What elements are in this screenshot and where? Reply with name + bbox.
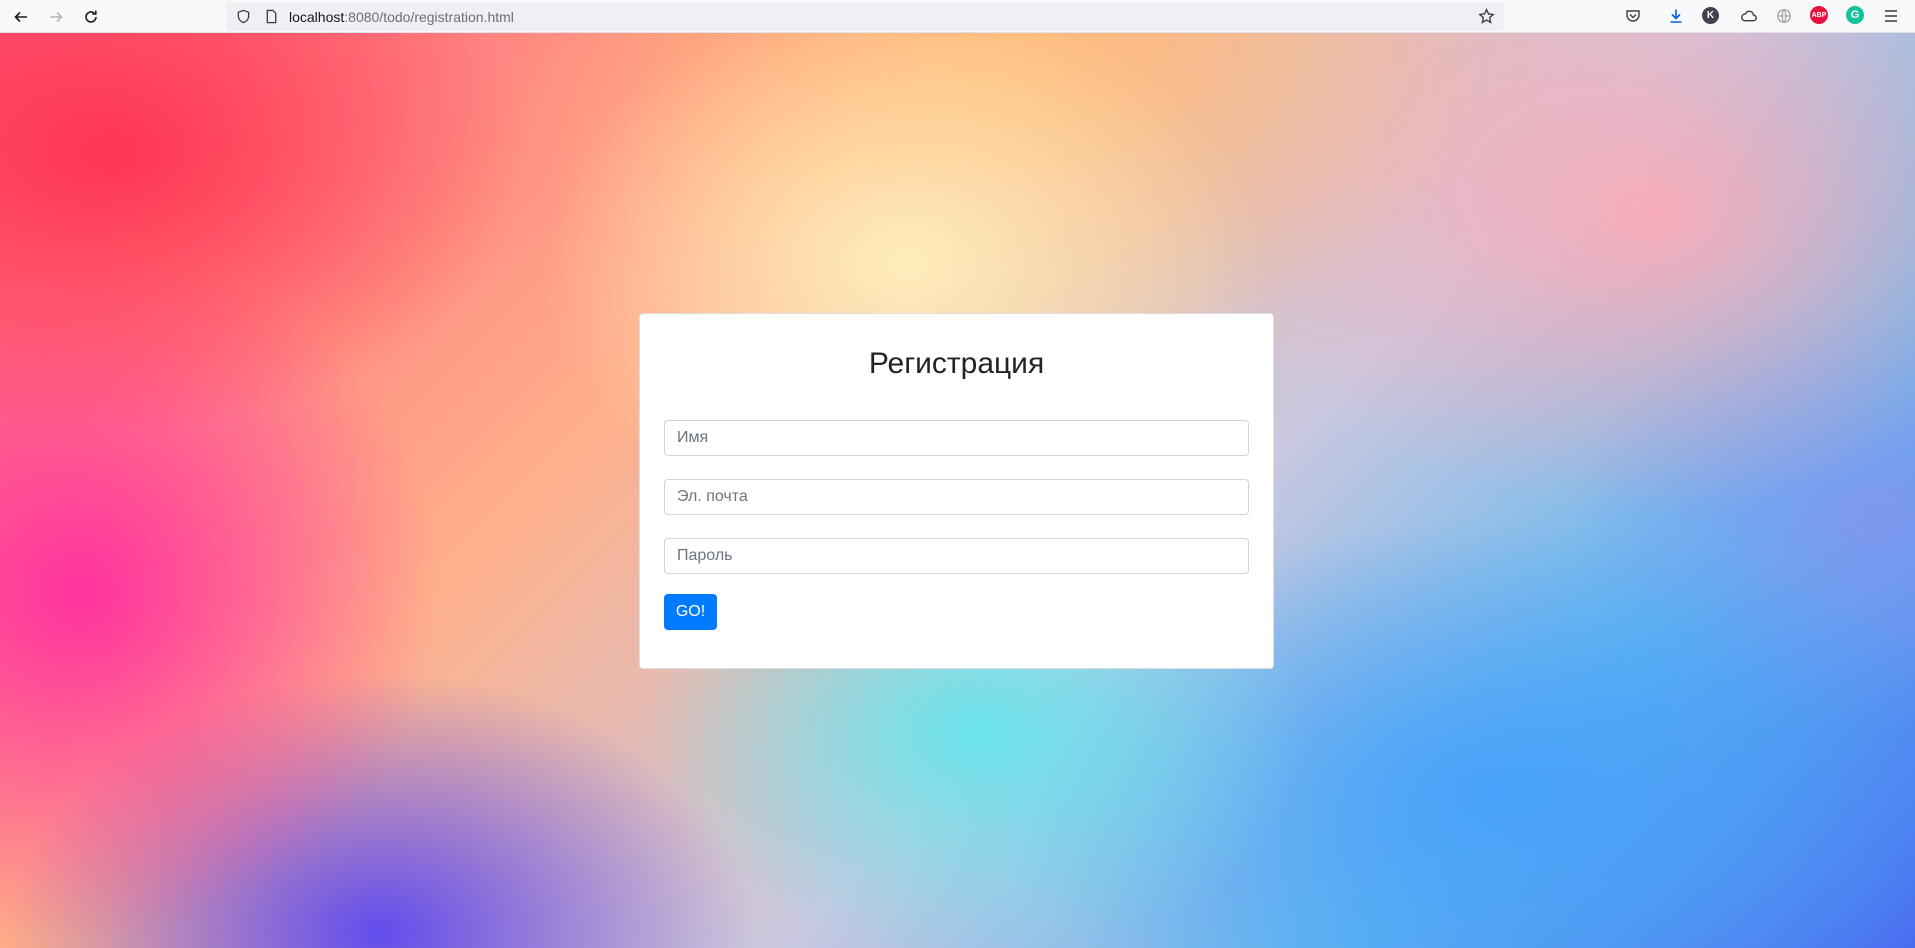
- hamburger-menu-icon[interactable]: [1881, 6, 1901, 26]
- k-extension-icon[interactable]: K: [1702, 7, 1719, 24]
- adblock-plus-icon[interactable]: ABP: [1810, 6, 1828, 24]
- email-input[interactable]: [664, 479, 1249, 515]
- back-arrow-icon[interactable]: [8, 4, 34, 30]
- page-title: Регистрация: [868, 347, 1045, 380]
- tracking-protection-shield-icon[interactable]: [234, 7, 252, 25]
- k-extension-label: K: [1706, 10, 1715, 21]
- submit-button[interactable]: GO!: [664, 594, 717, 630]
- name-input[interactable]: [664, 420, 1249, 456]
- url-host: localhost: [289, 9, 345, 25]
- password-input[interactable]: [664, 538, 1249, 574]
- grammarly-icon[interactable]: G: [1846, 6, 1864, 24]
- page-info-icon[interactable]: [262, 7, 280, 25]
- download-icon[interactable]: [1666, 6, 1686, 26]
- reload-icon[interactable]: [78, 4, 104, 30]
- browser-toolbar: localhost:8080/todo/registration.html K …: [0, 0, 1915, 33]
- cloud-icon[interactable]: [1738, 6, 1758, 26]
- pocket-icon[interactable]: [1623, 6, 1643, 26]
- grammarly-label: G: [1850, 9, 1860, 21]
- address-bar[interactable]: localhost:8080/todo/registration.html: [226, 2, 1504, 31]
- url-text[interactable]: localhost:8080/todo/registration.html: [289, 9, 514, 25]
- globe-icon[interactable]: [1774, 6, 1794, 26]
- forward-arrow-icon[interactable]: [43, 4, 69, 30]
- page-background: Регистрация GO!: [0, 33, 1915, 948]
- registration-card: Регистрация GO!: [639, 313, 1274, 669]
- bookmark-star-icon[interactable]: [1477, 7, 1495, 25]
- url-path: :8080/todo/registration.html: [344, 9, 514, 25]
- adblock-plus-label: ABP: [1811, 11, 1827, 19]
